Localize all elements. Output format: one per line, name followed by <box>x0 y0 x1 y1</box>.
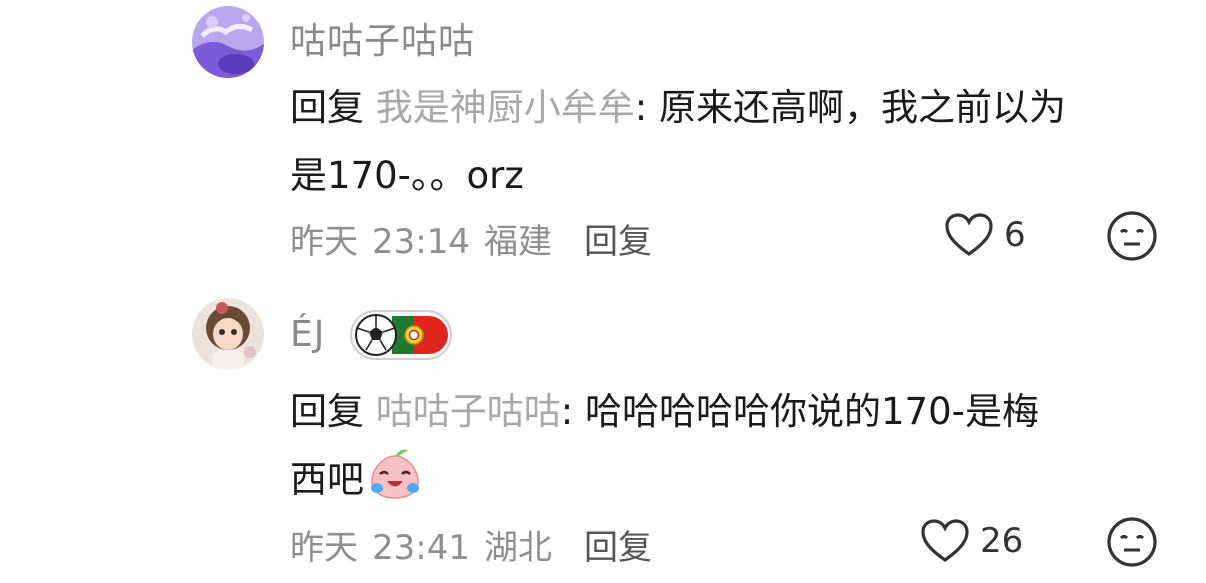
heart-outline-icon <box>921 519 969 562</box>
comment-text: 回复 咕咕子咕咕: 哈哈哈哈哈你说的170-是梅 西吧 <box>290 378 1170 522</box>
comment-date: 昨天 <box>290 528 358 568</box>
comment-meta: 昨天 23:14 福建 回复 <box>290 214 666 263</box>
reply-target-username[interactable]: 咕咕子咕咕 <box>376 390 561 433</box>
like-button[interactable]: 26 <box>920 518 1023 564</box>
username[interactable]: ÉJ <box>290 314 325 355</box>
username[interactable]: 咕咕子咕咕 <box>290 12 475 64</box>
comment-line-1: 原来还高啊，我之前以为 <box>659 86 1066 129</box>
comment-line-1: 哈哈哈哈哈你说的170-是梅 <box>585 390 1039 433</box>
neutral-face-icon <box>1107 517 1157 567</box>
reply-button[interactable]: 回复 <box>584 222 652 262</box>
reply-button[interactable]: 回复 <box>584 528 652 568</box>
comment-time: 23:41 <box>372 528 470 568</box>
comment-meta: 昨天 23:41 湖北 回复 <box>290 520 666 569</box>
soccer-ball-portugal-flag-icon <box>355 314 448 356</box>
reply-separator: : <box>560 390 585 433</box>
like-count: 26 <box>980 521 1024 561</box>
reply-target-username[interactable]: 我是神厨小牟牟 <box>376 86 635 129</box>
reply-prefix: 回复 <box>290 390 364 433</box>
doll-photo-avatar-icon <box>192 298 264 370</box>
reply-prefix: 回复 <box>290 86 364 129</box>
comment-time: 23:14 <box>372 222 470 262</box>
comment-location: 福建 <box>483 222 552 262</box>
comment-line-2: 是170-。。orz <box>290 154 524 197</box>
reply-separator: : <box>634 86 659 129</box>
purple-cartoon-avatar-icon <box>192 6 264 78</box>
comment-text: 回复 我是神厨小牟牟: 原来还高啊，我之前以为 是170-。。orz <box>290 74 1170 210</box>
avatar[interactable] <box>192 6 264 78</box>
emoji-reaction-button[interactable] <box>1106 210 1158 262</box>
crying-laughing-peach-emoji-icon <box>368 446 422 522</box>
like-button[interactable]: 6 <box>944 212 1026 258</box>
avatar[interactable] <box>192 298 264 370</box>
emoji-reaction-button[interactable] <box>1106 516 1158 568</box>
user-badge[interactable] <box>350 310 452 360</box>
neutral-face-icon <box>1107 211 1157 261</box>
comment-location: 湖北 <box>483 528 552 568</box>
comment-date: 昨天 <box>290 222 358 262</box>
comment-line-2: 西吧 <box>290 458 364 501</box>
heart-outline-icon <box>945 213 993 256</box>
like-count: 6 <box>1004 215 1026 255</box>
